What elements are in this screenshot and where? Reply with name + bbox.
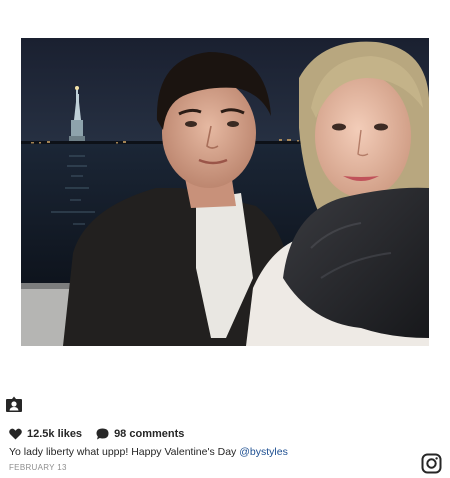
comments-count[interactable]: 98 comments [114,428,184,440]
caption-text: Yo lady liberty what uppp! Happy Valenti… [9,446,240,458]
heart-icon[interactable] [9,428,22,440]
engagement-stats: 12.5k likes 98 comments [9,428,184,440]
tagged-person-icon[interactable] [5,395,23,413]
post-caption: Yo lady liberty what uppp! Happy Valenti… [9,446,288,458]
post-date: FEBRUARY 13 [9,463,67,472]
post-photo[interactable] [21,38,429,346]
caption-mention-link[interactable]: @bystyles [239,446,288,458]
comment-bubble-icon[interactable] [96,428,109,440]
instagram-logo-icon[interactable] [421,453,442,474]
likes-count[interactable]: 12.5k likes [27,428,82,440]
